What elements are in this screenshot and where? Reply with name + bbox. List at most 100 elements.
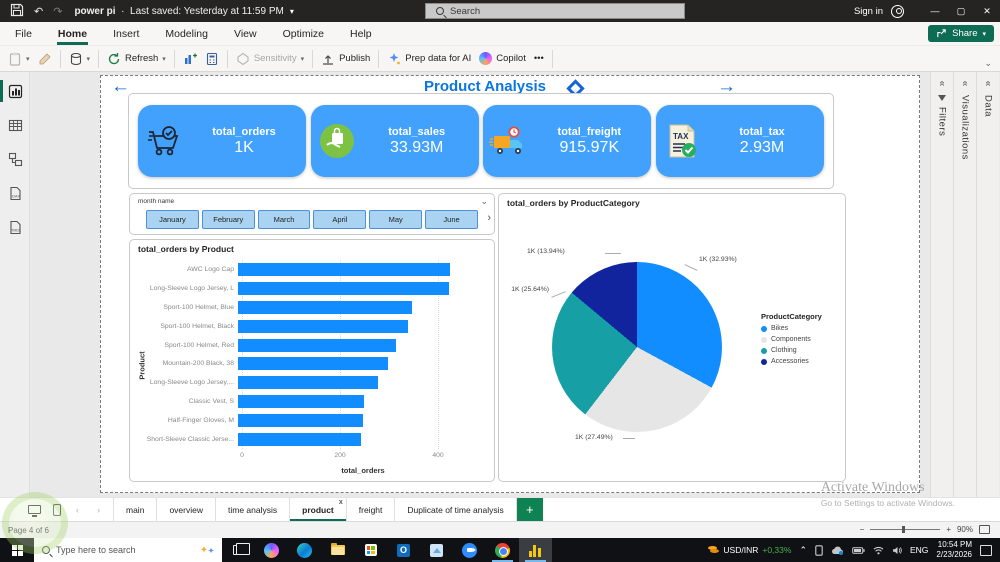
battery-icon[interactable]: [852, 546, 865, 554]
bar-10[interactable]: [238, 432, 361, 446]
filters-panel-collapsed[interactable]: « Filters: [930, 72, 953, 497]
paste-button[interactable]: ▾: [8, 52, 30, 66]
edge-app-icon[interactable]: [288, 538, 321, 562]
bar-chart-visual[interactable]: total_orders by Product AWC Logo Cap Long…: [129, 239, 495, 482]
bar-2[interactable]: [238, 281, 449, 295]
tray-expand-icon[interactable]: ⌃: [799, 545, 807, 556]
bar-6[interactable]: [238, 357, 388, 371]
zoom-app-icon[interactable]: [453, 538, 486, 562]
title-dropdown-icon[interactable]: ▾: [290, 7, 294, 16]
bar-3[interactable]: [238, 300, 412, 314]
legend-item-clothing[interactable]: Clothing: [761, 347, 822, 354]
legend-item-accessories[interactable]: Accessories: [761, 358, 822, 365]
new-visual-button[interactable]: [183, 52, 197, 66]
volume-icon[interactable]: [892, 546, 902, 555]
month-button-april[interactable]: April: [313, 210, 367, 229]
page-tab-main[interactable]: main: [113, 497, 158, 522]
kpi-card-total_orders[interactable]: total_orders 1K: [138, 105, 306, 177]
mobile-layout-icon[interactable]: [53, 503, 61, 516]
kpi-card-total_sales[interactable]: total_sales 33.93M: [310, 105, 479, 177]
chrome-app-icon[interactable]: [486, 538, 519, 562]
task-view-button[interactable]: [222, 538, 255, 562]
global-search-input[interactable]: Search: [425, 3, 685, 19]
redo-icon[interactable]: ↷: [53, 5, 62, 18]
page-tab-Duplicate-of-time-analysis[interactable]: Duplicate of time analysis: [395, 497, 517, 522]
microsoft-store-icon[interactable]: [354, 538, 387, 562]
kpi-card-total_freight[interactable]: total_freight 915.97K: [483, 105, 652, 177]
close-button[interactable]: ✕: [974, 0, 1000, 22]
report-view-button[interactable]: [0, 76, 30, 106]
powerbi-app-icon[interactable]: [519, 538, 552, 562]
visualizations-panel-collapsed[interactable]: « Visualizations: [953, 72, 976, 497]
currency-ticker[interactable]: USD/INR +0,33%: [708, 545, 791, 555]
sign-in-link[interactable]: Sign in: [854, 6, 883, 17]
copilot-app-icon[interactable]: [255, 538, 288, 562]
refresh-button[interactable]: Refresh ▾: [107, 52, 166, 66]
save-icon[interactable]: [10, 3, 24, 20]
language-indicator[interactable]: ENG: [910, 545, 928, 555]
dax-query-view-button[interactable]: DAX: [0, 178, 30, 208]
maximize-button[interactable]: ▢: [948, 0, 974, 22]
report-page[interactable]: ← Product Analysis → total_orders 1K total…: [100, 75, 920, 493]
expand-filters-icon[interactable]: «: [937, 81, 948, 87]
expand-visualizations-icon[interactable]: «: [960, 81, 971, 87]
menu-insert[interactable]: Insert: [100, 24, 152, 44]
taskbar-search-input[interactable]: Type here to search ✦✦: [34, 538, 222, 562]
slicer-dropdown-icon[interactable]: ⌄: [480, 196, 488, 207]
zoom-slider[interactable]: [870, 526, 941, 533]
close-tab-icon[interactable]: x: [339, 499, 343, 506]
phone-link-icon[interactable]: [815, 544, 823, 556]
prep-data-ai-button[interactable]: Prep data for AI: [387, 52, 471, 66]
collapse-ribbon-icon[interactable]: ⌄: [984, 58, 992, 69]
undo-icon[interactable]: ↶: [34, 5, 43, 18]
legend-item-components[interactable]: Components: [761, 336, 822, 343]
legend-item-bikes[interactable]: Bikes: [761, 325, 822, 332]
copilot-button[interactable]: Copilot: [479, 52, 526, 65]
fit-to-page-icon[interactable]: [979, 525, 990, 534]
zoom-in-button[interactable]: +: [946, 525, 951, 534]
onedrive-icon[interactable]: [831, 546, 844, 555]
expand-data-icon[interactable]: «: [983, 81, 994, 87]
data-panel-collapsed[interactable]: « Data: [976, 72, 999, 497]
clock[interactable]: 10:54 PM 2/23/2026: [936, 540, 972, 560]
month-button-june[interactable]: June: [425, 210, 478, 229]
start-button[interactable]: [0, 538, 34, 562]
tab-scroll-left-icon[interactable]: ‹: [76, 505, 79, 515]
bar-1[interactable]: [238, 262, 450, 276]
model-view-button[interactable]: [0, 144, 30, 174]
menu-help[interactable]: Help: [337, 24, 385, 44]
wifi-icon[interactable]: [873, 546, 884, 555]
kpi-card-total_tax[interactable]: TAX total_tax 2.93M: [655, 105, 824, 177]
menu-home[interactable]: Home: [45, 24, 100, 45]
tab-scroll-right-icon[interactable]: ›: [97, 505, 100, 515]
page-tab-overview[interactable]: overview: [157, 497, 216, 522]
share-button[interactable]: Share ▾: [928, 25, 994, 42]
format-painter-button[interactable]: [38, 52, 52, 66]
table-view-button[interactable]: [0, 110, 30, 140]
page-tab-product[interactable]: product x: [290, 497, 347, 522]
page-tab-time-analysis[interactable]: time analysis: [216, 497, 291, 522]
get-data-button[interactable]: ▾: [69, 52, 90, 66]
menu-view[interactable]: View: [221, 24, 270, 44]
tmdl-view-button[interactable]: TMDL: [0, 212, 30, 242]
page-tab-freight[interactable]: freight: [347, 497, 396, 522]
new-page-button[interactable]: +: [516, 497, 543, 522]
bar-7[interactable]: [238, 376, 378, 390]
outlook-app-icon[interactable]: O: [387, 538, 420, 562]
month-button-january[interactable]: January: [146, 210, 199, 229]
nav-back-arrow[interactable]: ←: [111, 76, 130, 98]
bar-9[interactable]: [238, 414, 363, 428]
minimize-button[interactable]: —: [922, 0, 948, 22]
account-avatar[interactable]: [891, 4, 904, 18]
zoom-out-button[interactable]: −: [860, 525, 865, 534]
more-options-button[interactable]: •••: [534, 53, 544, 64]
pie-chart-visual[interactable]: total_orders by ProductCategory 1K (13.9…: [498, 193, 846, 482]
publish-button[interactable]: Publish: [321, 52, 370, 66]
bar-8[interactable]: [238, 395, 364, 409]
month-button-march[interactable]: March: [257, 210, 311, 229]
month-slicer[interactable]: month name ⌄ January February March April Ma…: [129, 193, 495, 235]
bar-4[interactable]: [238, 319, 408, 333]
month-button-february[interactable]: February: [201, 210, 255, 229]
menu-modeling[interactable]: Modeling: [152, 24, 221, 44]
desktop-layout-icon[interactable]: [28, 505, 41, 517]
